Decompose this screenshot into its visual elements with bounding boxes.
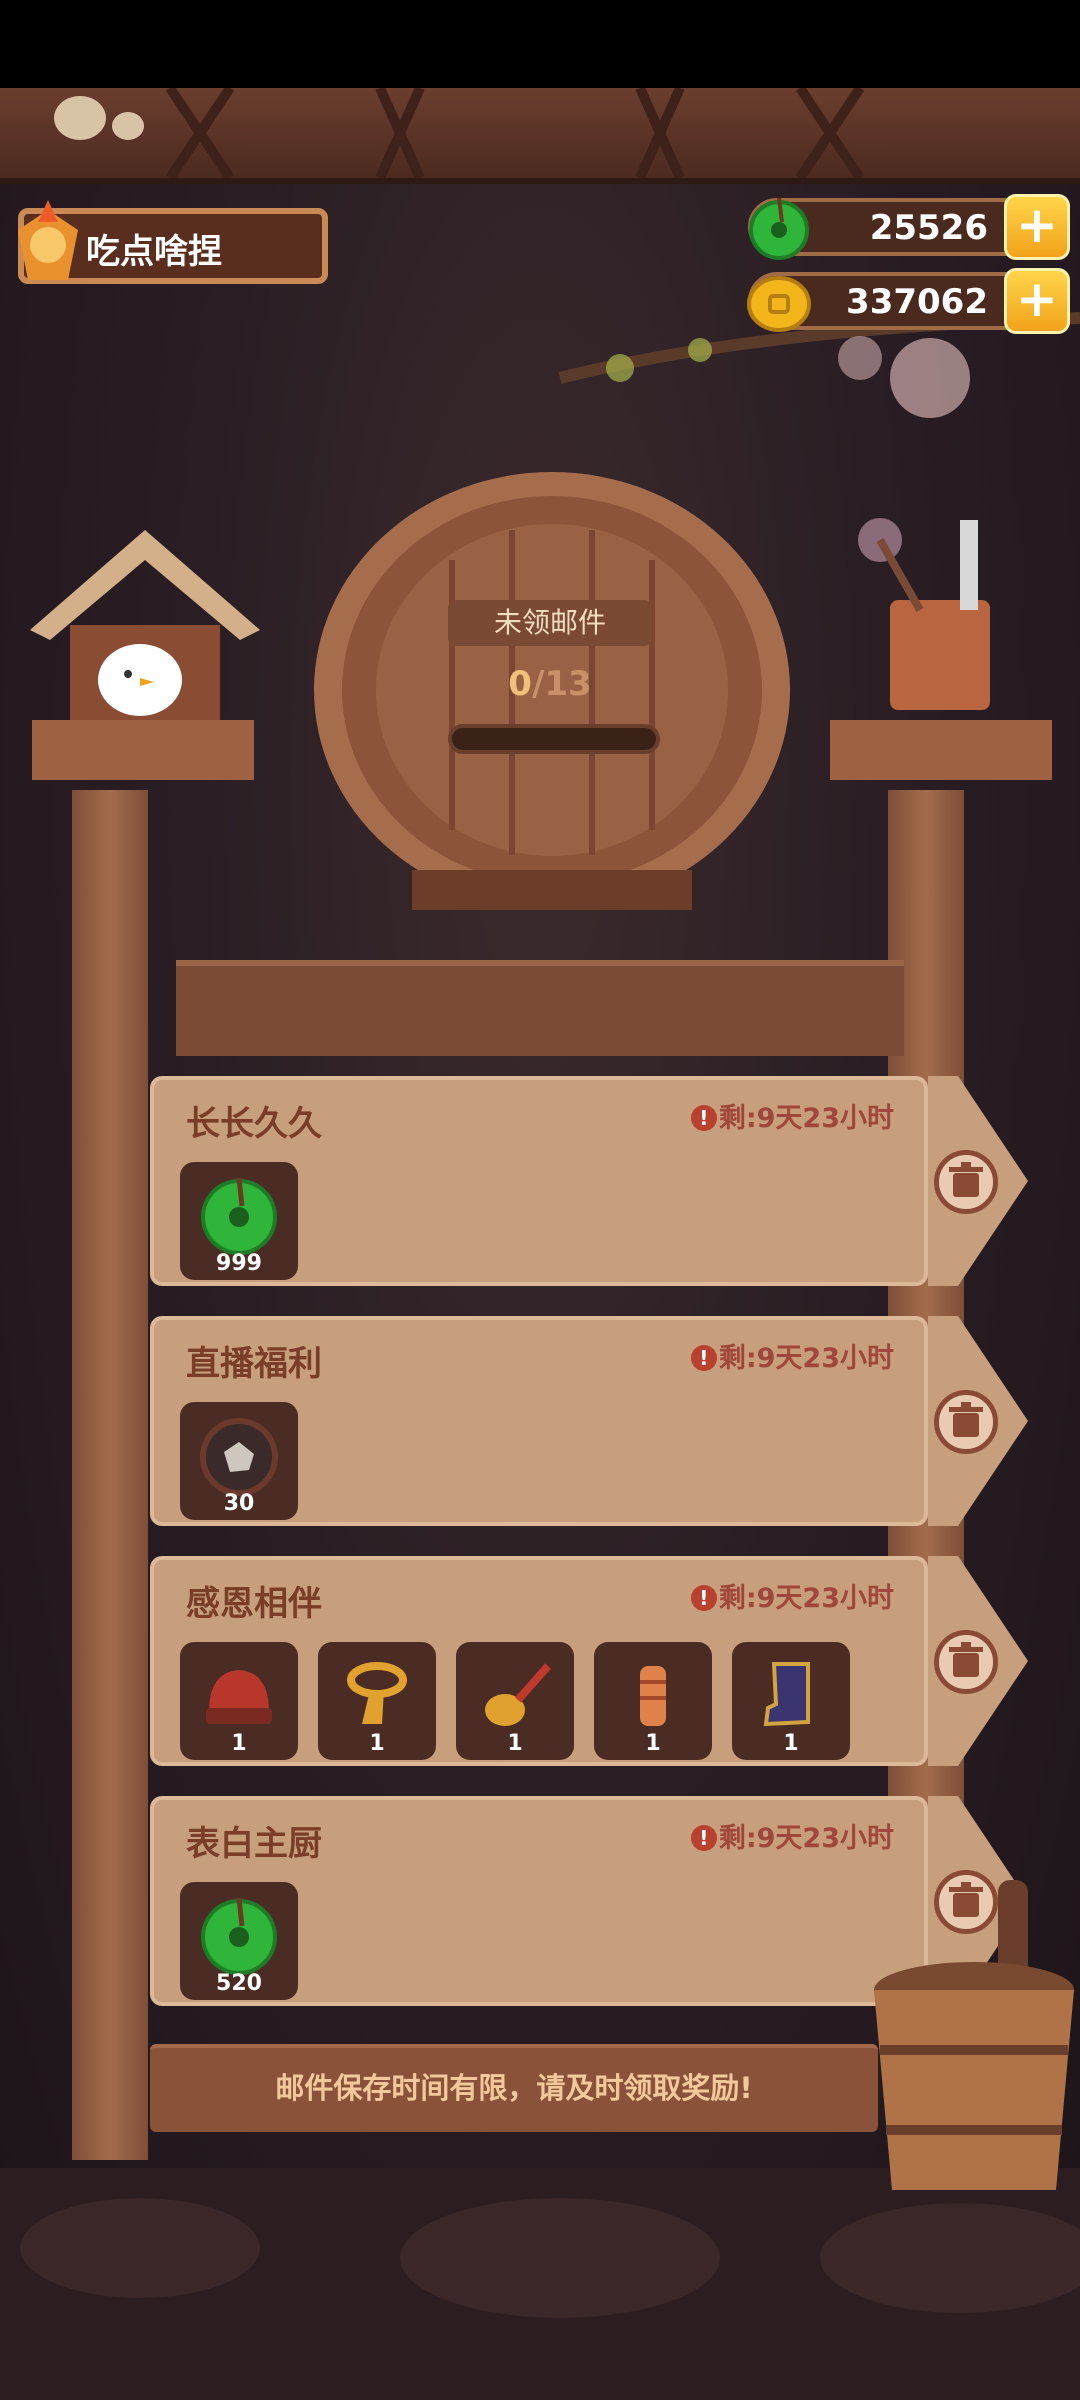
reward-item[interactable]: 30: [180, 1402, 298, 1520]
warning-icon: !: [690, 1105, 717, 1131]
mail-remaining-time: ! 剩:9天23小时: [690, 1576, 894, 1615]
reward-item[interactable]: 1: [594, 1642, 712, 1760]
mail-remaining-time: ! 剩:9天23小时: [690, 1336, 894, 1375]
delete-mail-button[interactable]: [934, 1390, 998, 1454]
mail-title: 表白主厨: [186, 1824, 322, 1864]
player-name-plate[interactable]: 吃点啥捏: [18, 200, 328, 284]
scarf-icon: [347, 1662, 407, 1724]
player-avatar-icon: [18, 200, 78, 280]
mail-title: 感恩相伴: [186, 1584, 322, 1624]
mail-remaining-time: ! 剩:9天23小时: [690, 1096, 894, 1135]
reward-item[interactable]: 1: [318, 1642, 436, 1760]
mail-card[interactable]: 表白主厨 ! 剩:9天23小时 520: [150, 1796, 928, 2006]
warning-icon: !: [690, 1585, 717, 1611]
warning-icon: !: [690, 1825, 717, 1851]
coin-currency-bar: 337062 +: [747, 268, 1070, 334]
mail-remaining-text: 剩:9天23小时: [718, 1103, 894, 1134]
beam-decor: [54, 85, 865, 181]
mail-title: 直播福利: [186, 1344, 322, 1384]
mail-card[interactable]: 感恩相伴 ! 剩:9天23小时 1 1 1 1 1: [150, 1556, 928, 1766]
reward-item[interactable]: 1: [180, 1642, 298, 1760]
coin-icon: [747, 276, 811, 332]
trash-icon: [949, 1402, 983, 1437]
jade-icon: [201, 1897, 277, 1975]
mail-title: 长长久久: [186, 1104, 322, 1144]
add-coin-button[interactable]: +: [1004, 268, 1070, 334]
reward-item[interactable]: 520: [180, 1882, 298, 2000]
delete-mail-button[interactable]: [934, 1150, 998, 1214]
trash-icon: [949, 1162, 983, 1197]
pepper-mill-icon: [640, 1666, 666, 1726]
reward-items: 30: [180, 1402, 298, 1520]
jade-icon: [201, 1177, 277, 1255]
reward-qty: 1: [645, 1731, 661, 1756]
reward-item[interactable]: 1: [732, 1642, 850, 1760]
jade-currency-bar: 25526 +: [748, 194, 1070, 260]
warning-icon: !: [690, 1345, 717, 1371]
add-jade-button[interactable]: +: [1004, 194, 1070, 260]
reward-qty: 1: [231, 1731, 247, 1756]
player-name: 吃点啥捏: [86, 232, 222, 272]
unclaimed-mail-label: 未领邮件: [448, 600, 652, 646]
unclaimed-mail-count: 0/13: [448, 664, 652, 704]
mail-card[interactable]: 直播福利 ! 剩:9天23小时 30: [150, 1316, 928, 1526]
reward-qty: 30: [223, 1491, 255, 1516]
reward-item[interactable]: 999: [180, 1162, 298, 1280]
delete-mail-button[interactable]: [934, 1630, 998, 1694]
ore-icon: [200, 1418, 278, 1496]
mail-remaining-text: 剩:9天23小时: [718, 1823, 894, 1854]
reward-items: 520: [180, 1882, 298, 2000]
mail-card[interactable]: 长长久久 ! 剩:9天23小时 999: [150, 1076, 928, 1286]
mail-expiry-notice: 邮件保存时间有限，请及时领取奖励!: [150, 2044, 878, 2132]
reward-qty: 1: [369, 1731, 385, 1756]
shelf-board: [176, 960, 904, 1056]
reward-qty: 520: [216, 1971, 262, 1996]
claim-progress-bar: [448, 724, 660, 754]
top-beam: [0, 85, 1080, 184]
brush-jar-decor: [830, 518, 1052, 780]
total-count: /13: [531, 664, 592, 704]
coin-amount: 337062: [846, 282, 988, 322]
jade-amount: 25526: [869, 208, 988, 248]
reward-item[interactable]: 1: [456, 1642, 574, 1760]
claimed-count: 0: [508, 664, 532, 704]
chef-hat-icon: [206, 1670, 272, 1724]
reward-qty: 999: [216, 1251, 262, 1276]
reward-items: 999: [180, 1162, 298, 1280]
reward-items: 1 1 1 1 1: [180, 1642, 850, 1760]
jade-icon: [749, 197, 809, 260]
reward-qty: 1: [783, 1731, 799, 1756]
mail-remaining-text: 剩:9天23小时: [718, 1583, 894, 1614]
reward-qty: 1: [507, 1731, 523, 1756]
bird-house-decor: [30, 530, 260, 780]
spoon-icon: [485, 1663, 551, 1726]
wooden-bucket-decor: [874, 1880, 1074, 2190]
mail-remaining-text: 剩:9天23小时: [718, 1343, 894, 1374]
boot-icon: [763, 1662, 810, 1727]
status-bar: [0, 0, 1080, 88]
mail-remaining-time: ! 剩:9天23小时: [690, 1816, 894, 1855]
left-post: [72, 790, 148, 2160]
trash-icon: [949, 1642, 983, 1677]
